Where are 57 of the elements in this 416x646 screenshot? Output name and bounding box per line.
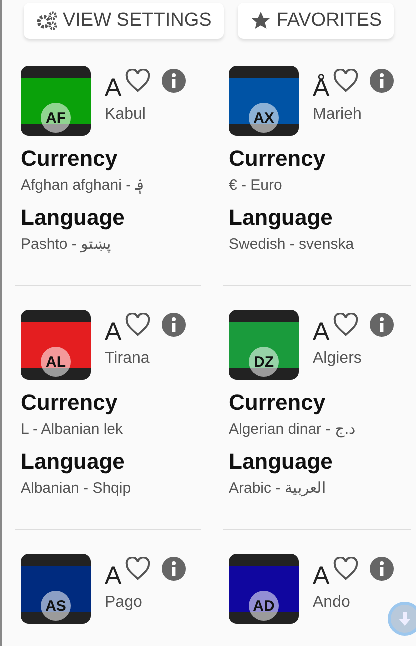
- capital-name: Algiers: [313, 350, 363, 368]
- currency-heading: Currency: [21, 146, 119, 172]
- currency-value: Afghan afghani - ؋: [21, 176, 146, 195]
- country-code: AD: [249, 591, 279, 621]
- flag-icon: [229, 66, 299, 136]
- info-icon[interactable]: [370, 557, 394, 581]
- heart-icon[interactable]: [124, 557, 151, 581]
- info-icon[interactable]: [162, 69, 186, 93]
- settings-icon: [36, 11, 58, 31]
- currency-symbol: A: [313, 562, 330, 591]
- currency-value: Algerian dinar - د.ج: [229, 420, 358, 439]
- info-icon[interactable]: [162, 557, 186, 581]
- currency-symbol: A: [313, 318, 330, 347]
- favorites-button[interactable]: FAVORITES: [238, 3, 394, 39]
- country-code: DZ: [249, 347, 279, 377]
- capital-name: Kabul: [105, 106, 147, 124]
- currency-value: L - Albanian lek: [21, 420, 124, 439]
- capital-name: Pago: [105, 594, 144, 612]
- heart-icon[interactable]: [332, 313, 359, 337]
- language-value: Arabic - العربية: [229, 479, 327, 498]
- flag-icon: [21, 66, 91, 136]
- flag-icon: [21, 310, 91, 380]
- country-code: AX: [249, 103, 279, 133]
- language-heading: Language: [229, 205, 334, 231]
- heart-icon[interactable]: [124, 69, 151, 93]
- currency-heading: Currency: [229, 390, 327, 416]
- language-heading: Language: [21, 449, 126, 475]
- language-value: Albanian - Shqip: [21, 479, 132, 498]
- flag-icon: [229, 310, 299, 380]
- heart-icon[interactable]: [332, 69, 359, 93]
- language-heading: Language: [21, 205, 126, 231]
- capital-name: Marieh: [313, 106, 363, 124]
- country-code: AS: [41, 591, 71, 621]
- currency-heading: Currency: [21, 390, 119, 416]
- language-value: Pashto - پښتو: [21, 235, 112, 254]
- heart-icon[interactable]: [332, 557, 359, 581]
- info-icon[interactable]: [370, 69, 394, 93]
- country-code: AF: [41, 103, 71, 133]
- info-icon[interactable]: [162, 313, 186, 337]
- currency-value: € - Euro: [229, 176, 284, 195]
- currency-symbol: A: [105, 562, 122, 591]
- currency-symbol: A: [105, 74, 122, 103]
- currency-symbol: Å: [313, 74, 330, 103]
- heart-icon[interactable]: [124, 313, 151, 337]
- view-settings-button[interactable]: VIEW SETTINGS: [24, 3, 224, 39]
- language-value: Swedish - svenska: [229, 235, 356, 254]
- currency-symbol: A: [105, 318, 122, 347]
- star-icon: [250, 11, 272, 31]
- language-heading: Language: [229, 449, 334, 475]
- down-arrow-icon: [399, 612, 411, 626]
- currency-heading: Currency: [229, 146, 327, 172]
- capital-name: Ando: [313, 594, 352, 612]
- capital-name: Tirana: [105, 350, 151, 368]
- country-code: AL: [41, 347, 71, 377]
- info-icon[interactable]: [370, 313, 394, 337]
- flag-icon: [21, 554, 91, 624]
- flag-icon: [229, 554, 299, 624]
